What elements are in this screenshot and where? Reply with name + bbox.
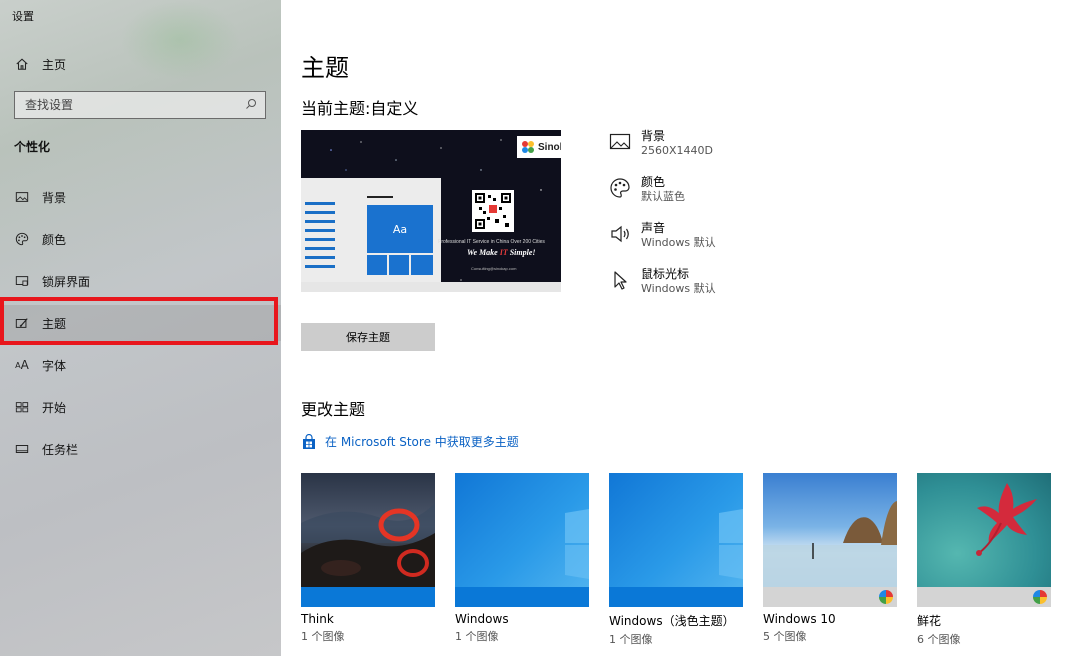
preview-tile: Aa — [367, 205, 433, 253]
qr-code-icon — [472, 190, 514, 232]
theme-name: 鲜花 — [917, 614, 942, 628]
app-title: 设置 — [12, 10, 34, 23]
preview-text-line2: We Make IT Simple! — [467, 248, 536, 257]
theme-thumbnail[interactable] — [917, 473, 1051, 607]
preview-text-line3: Consulting@sinokap.com — [471, 266, 517, 271]
theme-accent-bar — [455, 587, 589, 607]
sidebar-item-lock-screen[interactable]: 锁屏界面 — [0, 263, 281, 299]
sidebar-item-background[interactable]: 背景 — [0, 179, 281, 215]
sidebar-item-themes[interactable]: 主题 — [0, 305, 281, 341]
theme-thumbnail[interactable] — [609, 473, 743, 607]
sidebar-item-label: 背景 — [42, 190, 67, 205]
theme-card-windows-light[interactable]: Windows（浅色主题） 1 个图像 — [609, 473, 743, 647]
theme-accent-bar — [609, 587, 743, 607]
image-icon — [609, 131, 631, 153]
palette-icon — [609, 177, 631, 199]
theme-accent-bar — [917, 587, 1051, 607]
theme-count: 1 个图像 — [455, 630, 499, 643]
theme-card-windows-10[interactable]: Windows 10 5 个图像 — [763, 473, 897, 644]
image-icon — [14, 189, 30, 205]
save-theme-button[interactable]: 保存主题 — [301, 323, 435, 351]
property-title: 声音 — [641, 221, 666, 235]
sidebar-item-start[interactable]: 开始 — [0, 389, 281, 425]
sidebar-item-home[interactable]: 主页 — [0, 46, 281, 82]
theme-thumbnail[interactable] — [455, 473, 589, 607]
theme-count: 1 个图像 — [301, 630, 345, 643]
search-input[interactable] — [25, 98, 225, 112]
preview-taskbar — [301, 282, 561, 292]
property-title: 颜色 — [641, 175, 666, 189]
cursor-icon — [609, 269, 631, 291]
sidebar-item-label: 开始 — [42, 400, 67, 415]
sidebar-item-label: 任务栏 — [42, 442, 79, 457]
property-value: 2560X1440D — [641, 144, 713, 157]
theme-count: 5 个图像 — [763, 630, 807, 643]
sinokap-logo-icon — [522, 141, 534, 153]
theme-accent-bar — [301, 587, 435, 607]
store-link[interactable]: 在 Microsoft Store 中获取更多主题 — [301, 433, 519, 450]
theme-name: Windows 10 — [763, 612, 836, 626]
preview-logo-text: Sinokap — [538, 141, 561, 153]
property-value: 默认蓝色 — [641, 190, 685, 203]
font-icon: AA — [15, 358, 29, 372]
sidebar-item-taskbar[interactable]: 任务栏 — [0, 431, 281, 467]
theme-card-flowers[interactable]: 鲜花 6 个图像 — [917, 473, 1051, 647]
sidebar-item-label: 颜色 — [42, 232, 67, 247]
store-link-label[interactable]: 在 Microsoft Store 中获取更多主题 — [325, 433, 519, 450]
sidebar-item-label: 主题 — [42, 316, 67, 331]
sidebar-item-fonts[interactable]: AA 字体 — [0, 347, 281, 383]
sidebar: 设置 主页 个性化 背景 颜色 锁屏界面 主题 — [0, 0, 281, 656]
property-background[interactable]: 背景 2560X1440D — [609, 128, 869, 172]
home-icon — [14, 56, 30, 72]
color-wheel-icon — [879, 590, 893, 604]
speaker-icon — [609, 223, 631, 245]
property-sound[interactable]: 声音 Windows 默认 — [609, 220, 869, 264]
preview-logo: Sinokap — [517, 136, 561, 158]
palette-icon — [14, 231, 30, 247]
main-content: 主题 当前主题:自定义 Sinokap Aa — [281, 0, 1080, 656]
lock-screen-icon — [14, 273, 30, 289]
taskbar-icon — [14, 441, 30, 457]
theme-count: 1 个图像 — [609, 633, 653, 646]
sidebar-item-label: 锁屏界面 — [42, 274, 91, 289]
theme-name: Windows（浅色主题） — [609, 614, 735, 628]
theme-thumbnail[interactable] — [763, 473, 897, 607]
property-title: 鼠标光标 — [641, 267, 690, 281]
preview-window: Aa — [301, 178, 441, 282]
theme-name: Think — [301, 612, 334, 626]
theme-card-windows[interactable]: Windows 1 个图像 — [455, 473, 589, 644]
property-value: Windows 默认 — [641, 236, 716, 249]
section-label: 个性化 — [14, 140, 51, 154]
search-icon[interactable] — [245, 98, 257, 113]
theme-name: Windows — [455, 612, 509, 626]
property-color[interactable]: 颜色 默认蓝色 — [609, 174, 869, 218]
preview-text-line1: Professional IT Service in China Over 20… — [438, 239, 545, 245]
store-icon — [303, 433, 315, 449]
property-title: 背景 — [641, 129, 666, 143]
theme-card-think[interactable]: Think 1 个图像 — [301, 473, 435, 644]
start-icon — [14, 399, 30, 415]
color-wheel-icon — [1033, 590, 1047, 604]
sidebar-item-colors[interactable]: 颜色 — [0, 221, 281, 257]
preview-lines — [305, 202, 335, 274]
sidebar-item-label: 主页 — [42, 57, 67, 72]
property-value: Windows 默认 — [641, 282, 716, 295]
change-theme-heading: 更改主题 — [301, 400, 366, 419]
theme-count: 6 个图像 — [917, 633, 961, 646]
theme-accent-bar — [763, 587, 897, 607]
page-title: 主题 — [301, 54, 349, 82]
current-theme-label: 当前主题:自定义 — [301, 99, 419, 118]
theme-thumbnail[interactable] — [301, 473, 435, 607]
property-cursor[interactable]: 鼠标光标 Windows 默认 — [609, 266, 869, 310]
search-box[interactable] — [14, 91, 266, 119]
sidebar-item-label: 字体 — [42, 358, 67, 373]
theme-preview: Sinokap Aa Professi — [301, 130, 561, 292]
theme-icon — [14, 315, 30, 331]
